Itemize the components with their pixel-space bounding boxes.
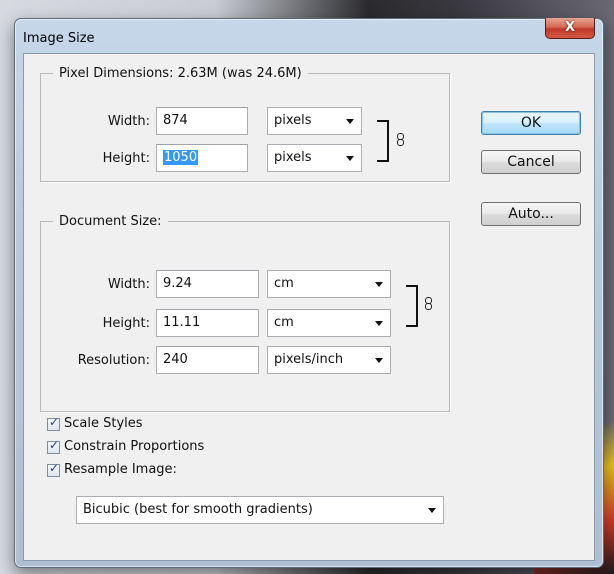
resolution-input[interactable]: 240	[156, 346, 259, 374]
checkmark-icon: ✓	[49, 461, 60, 475]
chevron-down-icon	[375, 321, 383, 326]
chevron-down-icon	[375, 358, 383, 363]
pixel-width-unit-value: pixels	[274, 113, 312, 128]
auto-button[interactable]: Auto...	[481, 202, 581, 226]
dialog-title: Image Size	[23, 31, 95, 46]
doc-height-input[interactable]: 11.11	[156, 309, 259, 337]
pixel-height-value: 1050	[163, 150, 199, 165]
close-icon: X	[564, 20, 576, 35]
dialog-content: Pixel Dimensions: 2.63M (was 24.6M) Widt…	[23, 53, 595, 561]
checkmark-icon: ✓	[49, 415, 60, 429]
doc-width-unit-value: cm	[274, 276, 294, 291]
pixel-dimensions-legend: Pixel Dimensions: 2.63M (was 24.6M)	[59, 66, 302, 81]
pixel-link-bracket	[377, 120, 389, 162]
doc-width-label: Width:	[107, 277, 150, 292]
doc-width-input[interactable]: 9.24	[156, 270, 259, 298]
pixel-height-unit-select[interactable]: pixels	[267, 144, 362, 172]
checkmark-icon: ✓	[49, 438, 60, 452]
chevron-down-icon	[375, 282, 383, 287]
pixel-width-label: Width:	[107, 114, 150, 129]
resolution-unit-value: pixels/inch	[274, 352, 344, 367]
document-link-bracket	[406, 285, 418, 327]
cancel-button[interactable]: Cancel	[481, 150, 581, 174]
chevron-down-icon	[346, 156, 354, 161]
resolution-unit-select[interactable]: pixels/inch	[267, 346, 391, 374]
resample-image-label: Resample Image:	[64, 462, 177, 477]
doc-height-label: Height:	[102, 316, 150, 331]
pixel-height-label: Height:	[102, 151, 150, 166]
doc-width-unit-select[interactable]: cm	[267, 270, 391, 298]
checkbox-box[interactable]: ✓	[47, 438, 60, 454]
checkbox-box[interactable]: ✓	[47, 461, 60, 477]
resample-method-value: Bicubic (best for smooth gradients)	[83, 502, 313, 517]
document-size-legend: Document Size:	[59, 214, 162, 229]
pixel-height-input[interactable]: 1050	[156, 144, 248, 172]
chevron-down-icon	[346, 119, 354, 124]
doc-height-unit-select[interactable]: cm	[267, 309, 391, 337]
doc-height-unit-value: cm	[274, 315, 294, 330]
constrain-proportions-label: Constrain Proportions	[64, 439, 205, 454]
chevron-down-icon	[428, 508, 436, 513]
image-size-dialog: Image Size X Pixel Dimensions: 2.63M (wa…	[14, 18, 604, 568]
resample-method-select[interactable]: Bicubic (best for smooth gradients)	[76, 496, 444, 524]
close-button[interactable]: X	[545, 18, 595, 39]
chain-link-icon	[424, 297, 433, 310]
ok-button[interactable]: OK	[481, 111, 581, 135]
scale-styles-label: Scale Styles	[64, 416, 143, 431]
pixel-width-input[interactable]: 874	[156, 107, 248, 135]
pixel-height-unit-value: pixels	[274, 150, 312, 165]
chain-link-icon	[396, 133, 405, 146]
resolution-label: Resolution:	[77, 353, 150, 368]
pixel-width-unit-select[interactable]: pixels	[267, 107, 362, 135]
checkbox-box[interactable]: ✓	[47, 415, 60, 431]
